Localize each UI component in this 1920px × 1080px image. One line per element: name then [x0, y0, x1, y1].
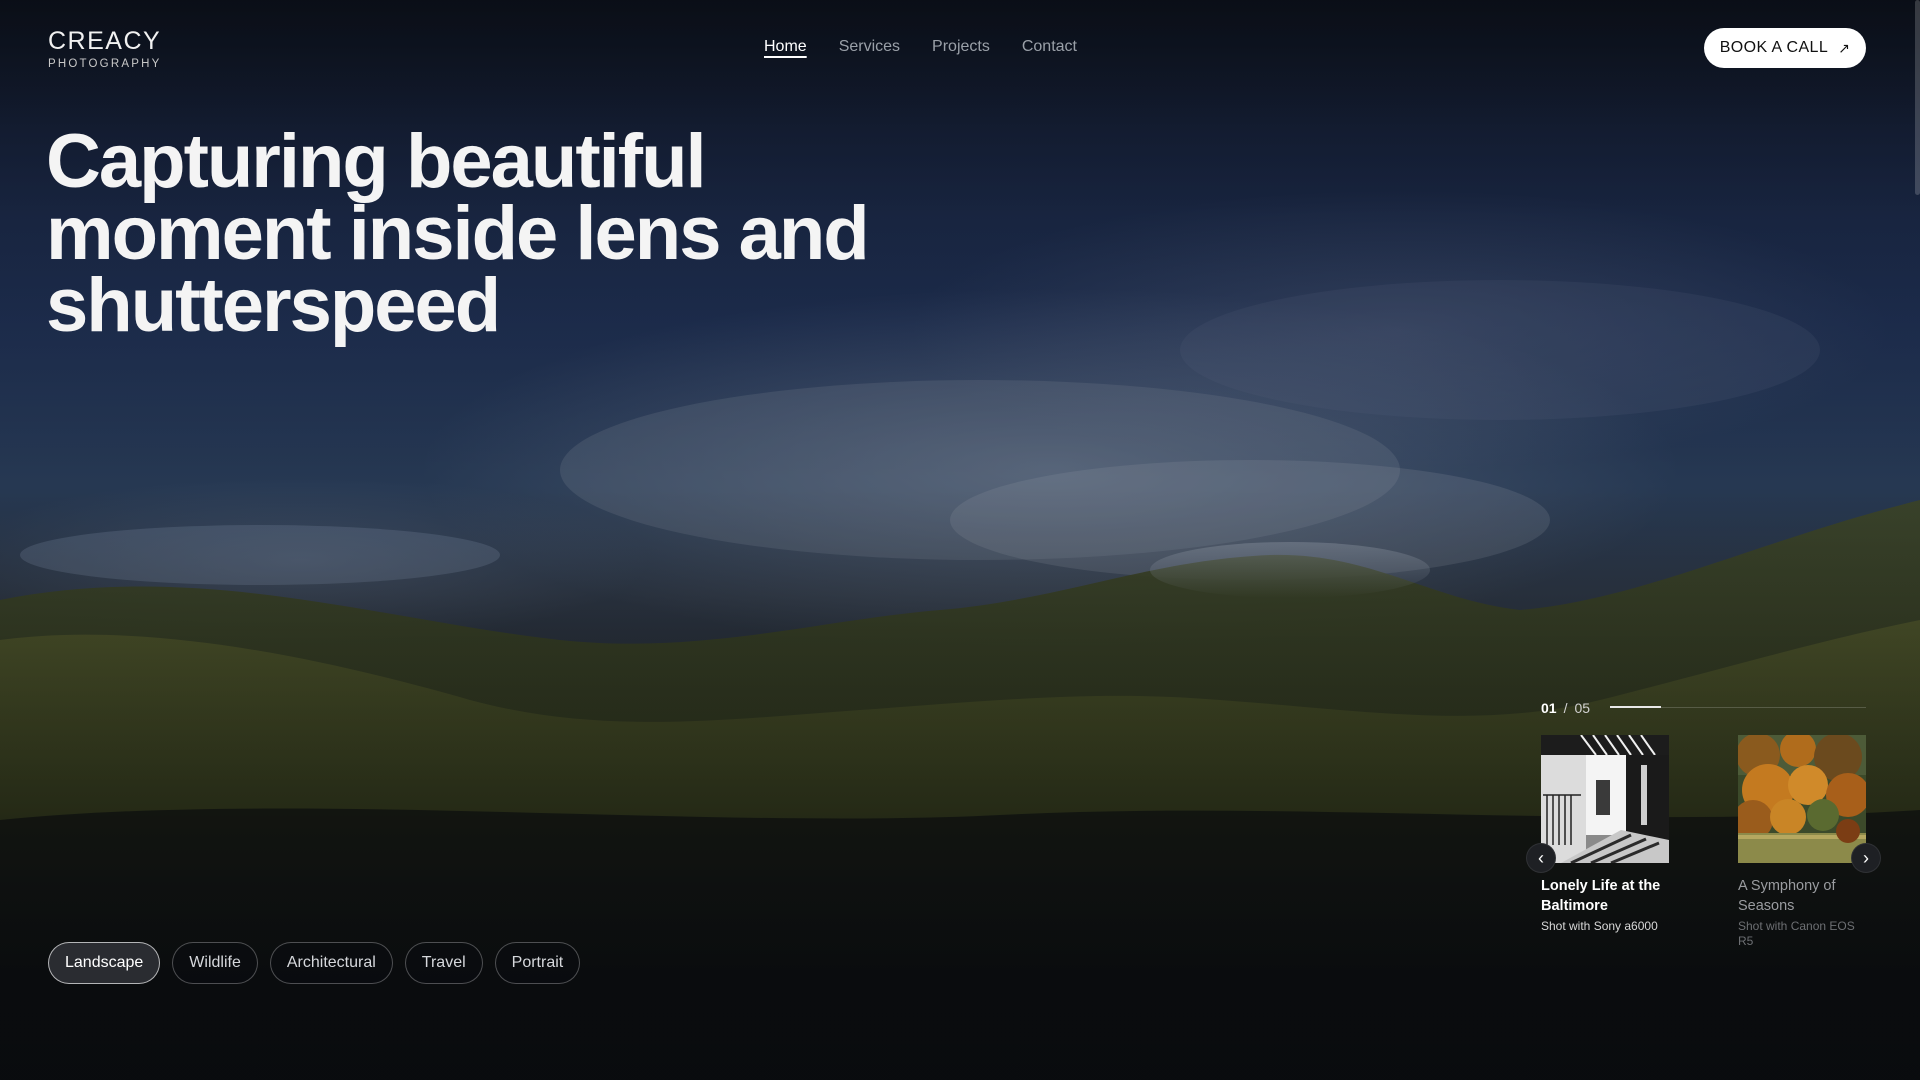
project-title: A Symphony of Seasons: [1738, 878, 1836, 914]
project-title: Lonely Life at the Baltimore: [1541, 878, 1661, 914]
autumn-forest-photo: [1738, 735, 1866, 863]
slide-total: 05: [1574, 700, 1591, 716]
arrow-up-right-icon: ↗: [1838, 39, 1851, 56]
headline-line-3: shutterspeed: [46, 263, 501, 348]
book-a-call-label: BOOK A CALL: [1719, 39, 1829, 56]
nav-item-contact[interactable]: Contact: [1022, 38, 1077, 56]
project-camera: Shot with Sony a6000: [1541, 919, 1658, 933]
category-filter: Landscape Wildlife Architectural Travel …: [48, 942, 581, 984]
nav-item-services[interactable]: Services: [839, 38, 900, 56]
chevron-right-icon: ›: [1863, 847, 1869, 868]
scrollbar[interactable]: [1915, 0, 1920, 195]
category-chip-landscape[interactable]: Landscape: [48, 942, 161, 984]
chevron-left-icon: ‹: [1538, 847, 1544, 868]
slide-separator: /: [1563, 700, 1568, 716]
hero-headline: Capturing beautiful moment inside lens a…: [46, 124, 926, 344]
category-chip-portrait[interactable]: Portrait: [494, 942, 581, 984]
slide-current: 01: [1541, 700, 1557, 716]
project-card[interactable]: A Symphony of Seasons Shot with Canon EO…: [1738, 735, 1908, 949]
slider-prev-button[interactable]: ‹: [1526, 843, 1556, 873]
slide-progress-fill: [1610, 706, 1662, 708]
brand-name: CREACY: [48, 27, 162, 55]
book-a-call-button[interactable]: BOOK A CALL ↗: [1704, 28, 1866, 68]
project-camera: Shot with Canon EOS R5: [1738, 919, 1855, 948]
slide-counter: 01 / 05: [1541, 700, 1590, 716]
nav-item-projects[interactable]: Projects: [932, 38, 990, 56]
project-thumbnail: [1738, 735, 1866, 863]
category-chip-wildlife[interactable]: Wildlife: [172, 942, 258, 984]
main-nav: Home Services Projects Contact: [764, 38, 1077, 56]
nav-item-home[interactable]: Home: [764, 38, 807, 56]
brand-logo[interactable]: CREACY PHOTOGRAPHY: [48, 27, 161, 70]
slider-next-button[interactable]: ›: [1851, 843, 1881, 873]
category-chip-architectural[interactable]: Architectural: [269, 942, 393, 984]
category-chip-travel[interactable]: Travel: [404, 942, 483, 984]
architecture-photo: [1541, 735, 1669, 863]
project-thumbnail: [1541, 735, 1669, 863]
project-card[interactable]: Lonely Life at the Baltimore Shot with S…: [1541, 735, 1711, 934]
brand-tagline: PHOTOGRAPHY: [48, 58, 162, 70]
